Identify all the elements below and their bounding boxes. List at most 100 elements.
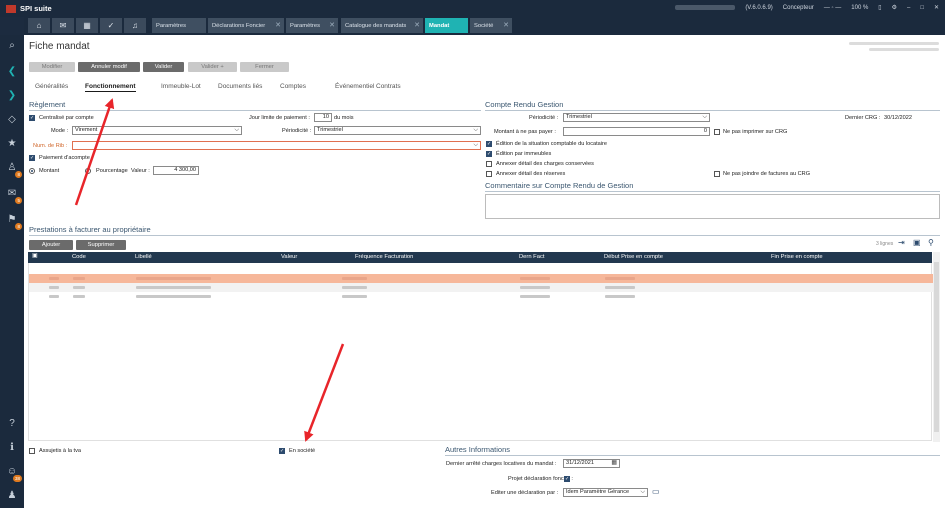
ne-pas-imprimer-checkbox[interactable] — [714, 129, 720, 135]
tab-generalites[interactable]: Généralités — [35, 83, 68, 90]
mode-select[interactable]: Virement ⌵ — [72, 126, 242, 135]
edition-situation-checkbox[interactable]: ✓ — [486, 141, 492, 147]
layout-icon[interactable]: ▣ — [913, 238, 921, 247]
tab-documents-lies[interactable]: Documents liés — [218, 83, 262, 90]
notification-icon[interactable]: ♙ 8 — [4, 161, 22, 178]
settings-icon[interactable]: ⚙ — [892, 4, 897, 11]
tab-parametres-2[interactable]: Paramètres ✕ — [286, 18, 338, 33]
bell-icon[interactable]: ♫ — [124, 18, 146, 33]
supprimer-button[interactable]: Supprimer — [76, 240, 126, 250]
col-valeur[interactable]: Valeur — [281, 254, 297, 260]
col-libelle[interactable]: Libellé — [135, 254, 152, 260]
check-icon[interactable]: ✓ — [100, 18, 122, 33]
tab-declarations-foncier[interactable]: Déclarations Foncier ✕ — [208, 18, 284, 33]
valider-plus-button[interactable]: Valider + — [188, 62, 237, 72]
assujetti-checkbox[interactable] — [29, 448, 35, 454]
close-tab-icon[interactable]: ✕ — [329, 21, 335, 29]
scrollbar-thumb[interactable] — [934, 262, 939, 432]
maximize-button[interactable]: □ — [920, 5, 924, 11]
col-dern-fact[interactable]: Dern Fact — [519, 254, 544, 260]
mode-label: Mode : — [51, 128, 69, 134]
filter-icon[interactable]: ⚲ — [928, 238, 934, 247]
diamond-icon[interactable]: ◇ — [4, 113, 20, 127]
task-icon[interactable]: ⚑ 8 — [4, 213, 22, 230]
edition-immeubles-checkbox[interactable]: ✓ — [486, 151, 492, 157]
calendar-picker-icon[interactable]: ▦ — [611, 460, 617, 467]
centralise-checkbox[interactable]: ✓ — [29, 115, 35, 121]
export-icon[interactable]: ⇥ — [898, 238, 905, 247]
tab-fonctionnement[interactable]: Fonctionnement — [85, 83, 136, 92]
jour-limite-input[interactable]: 10 — [314, 113, 332, 122]
ne-pas-imprimer-label: Ne pas imprimer sur CRG — [723, 129, 788, 135]
tab-evenementiel[interactable]: Événementiel — [335, 83, 374, 90]
pourcentage-radio[interactable] — [85, 168, 91, 174]
projet-declaration-checkbox[interactable]: ✓ — [564, 476, 570, 482]
star-icon[interactable]: ★ — [4, 137, 20, 151]
modifier-button[interactable]: Modifier — [29, 62, 75, 72]
montant-ne-pas-payer-input[interactable]: 0 — [563, 127, 710, 136]
annuler-modif-button[interactable]: Annuler modif — [78, 62, 140, 72]
montant-radio[interactable] — [29, 168, 35, 174]
ajouter-button[interactable]: Ajouter — [29, 240, 73, 250]
divider — [29, 110, 481, 111]
table-row[interactable] — [29, 292, 933, 301]
col-fin[interactable]: Fin Prise en compte — [771, 254, 823, 260]
table-row[interactable] — [29, 283, 933, 292]
zoom-level: 100 % — [851, 4, 869, 11]
close-tab-icon[interactable]: ✕ — [275, 21, 281, 29]
close-tab-icon[interactable]: ✕ — [414, 21, 420, 29]
editer-declaration-select[interactable]: Idem Paramètre Gérance ⌵ — [563, 488, 648, 497]
valeur-input[interactable]: 4 300,00 — [153, 166, 199, 175]
tab-catalogue-mandats[interactable]: Catalogue des mandats ✕ — [341, 18, 423, 33]
collapse-icon[interactable]: ❮ — [4, 65, 20, 79]
en-societe-checkbox[interactable]: ✓ — [279, 448, 285, 454]
fermer-button[interactable]: Fermer — [240, 62, 289, 72]
tab-immeuble-lot[interactable]: Immeuble-Lot — [161, 83, 201, 90]
annexer-reserves-checkbox[interactable] — [486, 171, 492, 177]
search-icon[interactable]: ⌕ — [4, 39, 20, 53]
zoom-slider[interactable]: — ◦ — — [824, 5, 841, 11]
help-icon[interactable]: ? — [4, 417, 20, 431]
commentaire-textarea[interactable] — [485, 194, 940, 219]
tab-bar: ⌂ ✉ ▦ ✓ ♫ Paramètres Déclarations Foncie… — [24, 17, 945, 35]
dernier-arrete-input[interactable]: 31/12/2021 ▦ — [563, 459, 620, 468]
edition-immeubles-label: Édition par immeubles — [496, 151, 552, 157]
prestations-title: Prestations à facturer au propriétaire — [29, 225, 151, 234]
table-row[interactable] — [29, 274, 933, 283]
expand-icon[interactable]: ❯ — [4, 89, 20, 103]
valider-button[interactable]: Valider — [143, 62, 184, 72]
tab-mandat[interactable]: Mandat — [425, 18, 468, 33]
valeur-label: Valeur : — [131, 168, 150, 174]
tab-parametres-1[interactable]: Paramètres — [152, 18, 206, 33]
user-icon[interactable]: ♟ — [4, 489, 20, 503]
select-all-checkbox[interactable]: ▣ — [32, 253, 37, 259]
autres-informations-title: Autres Informations — [445, 445, 511, 454]
ne-pas-joindre-checkbox[interactable] — [714, 171, 720, 177]
close-tab-icon[interactable]: ✕ — [503, 21, 509, 29]
periodicite-select[interactable]: Trimestriel ⌵ — [314, 126, 481, 135]
tab-societe[interactable]: Société ✕ — [470, 18, 512, 33]
calendar-icon[interactable]: ▦ — [76, 18, 98, 33]
minimize-button[interactable]: – — [907, 5, 910, 11]
home-icon[interactable]: ⌂ — [28, 18, 50, 33]
grid-scrollbar[interactable] — [933, 252, 940, 442]
col-frequence[interactable]: Fréquence Facturation — [355, 254, 413, 260]
col-debut[interactable]: Début Prise en compte — [604, 254, 663, 260]
inbox-icon[interactable]: ✉ 5 — [4, 187, 22, 204]
rib-select[interactable]: ⌵ — [72, 141, 481, 150]
col-code[interactable]: Code — [72, 254, 86, 260]
crg-periodicite-select[interactable]: Trimestriel ⌵ — [563, 113, 710, 122]
info-icon[interactable]: ℹ — [4, 441, 20, 455]
app-title: SPI suite — [6, 4, 52, 14]
support-icon[interactable]: ☺ 38 — [4, 465, 22, 482]
tab-contrats[interactable]: Contrats — [376, 83, 401, 90]
mail-icon[interactable]: ✉ — [52, 18, 74, 33]
monitor-icon[interactable]: ▭ — [652, 487, 660, 496]
paiement-acompte-checkbox[interactable]: ✓ — [29, 155, 35, 161]
annexer-charges-checkbox[interactable] — [486, 161, 492, 167]
document-icon[interactable]: ▯ — [878, 4, 881, 11]
edition-situation-label: Édition de la situation comptable du loc… — [496, 141, 608, 147]
close-button[interactable]: ✕ — [934, 4, 939, 11]
annexer-reserves-label: Annexer détail des réserves — [496, 171, 566, 177]
tab-comptes[interactable]: Comptes — [280, 83, 306, 90]
